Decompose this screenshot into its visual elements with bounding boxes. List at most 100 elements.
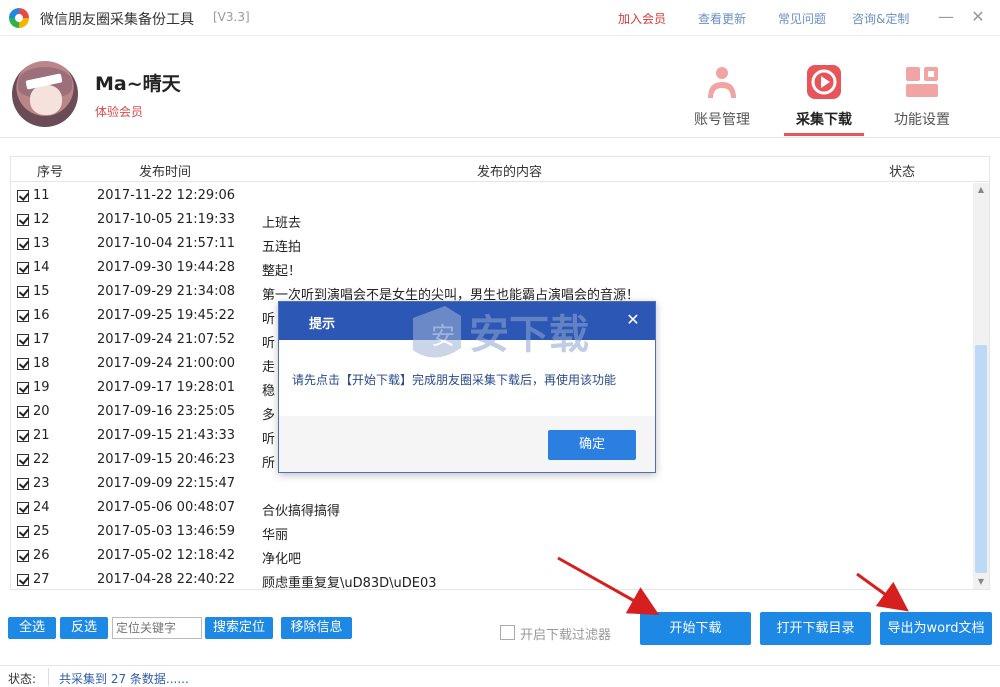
row-number: 24 xyxy=(33,500,50,515)
row-content: 合伙搞得搞得 xyxy=(262,504,341,519)
table-row[interactable]: 26 2017-05-02 12:18:42 净化吧 xyxy=(11,545,973,569)
row-date: 2017-10-05 21:19:33 xyxy=(97,212,236,227)
keyword-input[interactable] xyxy=(112,617,202,639)
col-header-date[interactable]: 发布时间 xyxy=(139,161,191,180)
scroll-up-icon[interactable]: ▲ xyxy=(973,183,989,197)
row-checkbox[interactable] xyxy=(17,190,29,202)
row-number: 25 xyxy=(33,524,50,539)
row-content: 净化吧 xyxy=(262,552,302,567)
scroll-thumb[interactable] xyxy=(975,345,987,573)
row-checkbox[interactable] xyxy=(17,334,29,346)
row-date: 2017-09-29 21:34:08 xyxy=(97,284,236,299)
row-date: 2017-09-24 21:07:52 xyxy=(97,332,236,347)
settings-icon xyxy=(906,67,938,97)
dialog-message: 请先点击【开始下载】完成朋友圈采集下载后，再使用该功能 xyxy=(292,373,617,387)
row-checkbox[interactable] xyxy=(17,454,29,466)
table-row[interactable]: 13 2017-10-04 21:57:11 五连拍 xyxy=(11,233,973,257)
row-checkbox[interactable] xyxy=(17,310,29,322)
row-date: 2017-09-15 20:46:23 xyxy=(97,452,236,467)
table-row[interactable]: 11 2017-11-22 12:29:06 xyxy=(11,185,973,209)
tab-collect-download[interactable]: 采集下载 xyxy=(784,64,864,136)
table-row[interactable]: 14 2017-09-30 19:44:28 整起！ xyxy=(11,257,973,281)
row-number: 15 xyxy=(33,284,50,299)
export-word-button[interactable]: 导出为word文档 xyxy=(880,612,992,645)
row-number: 22 xyxy=(33,452,50,467)
invert-select-button[interactable]: 反选 xyxy=(60,617,108,639)
row-date: 2017-05-03 13:46:59 xyxy=(97,524,236,539)
dialog-title-bar[interactable]: 提示 ✕ xyxy=(279,302,655,340)
col-header-content[interactable]: 发布的内容 xyxy=(477,161,542,180)
bottom-toolbar: 全选 反选 搜索定位 移除信息 开启下载过滤器 开始下载 打开下载目录 导出为w… xyxy=(0,606,1000,658)
col-header-status[interactable]: 状态 xyxy=(889,161,915,180)
row-number: 14 xyxy=(33,260,50,275)
vertical-scrollbar[interactable]: ▲ ▼ xyxy=(973,183,989,589)
status-label: 状态: xyxy=(8,672,37,686)
select-all-button[interactable]: 全选 xyxy=(8,617,56,639)
row-content: 整起！ xyxy=(262,264,302,279)
row-content: 五连拍 xyxy=(262,240,302,255)
row-date: 2017-09-24 21:00:00 xyxy=(97,356,236,371)
prompt-dialog: 提示 ✕ 请先点击【开始下载】完成朋友圈采集下载后，再使用该功能 确定 xyxy=(278,301,656,473)
remove-info-button[interactable]: 移除信息 xyxy=(281,617,352,639)
row-content: 上班去 xyxy=(262,216,302,231)
col-header-no[interactable]: 序号 xyxy=(37,161,63,180)
row-checkbox[interactable] xyxy=(17,382,29,394)
user-icon xyxy=(708,67,736,98)
row-date: 2017-09-09 22:15:47 xyxy=(97,476,236,491)
row-checkbox[interactable] xyxy=(17,262,29,274)
row-content: 顾虑重重复复\uD83D\uDE03 xyxy=(262,576,437,590)
row-checkbox[interactable] xyxy=(17,406,29,418)
filter-checkbox[interactable] xyxy=(500,625,515,640)
search-locate-button[interactable]: 搜索定位 xyxy=(205,617,273,639)
table-header: 序号 发布时间 发布的内容 状态 xyxy=(11,157,989,182)
username: Ma~晴天 xyxy=(95,73,181,95)
tab-collect-download-label: 采集下载 xyxy=(796,112,852,128)
table-row[interactable]: 27 2017-04-28 22:40:22 顾虑重重复复\uD83D\uDE03 xyxy=(11,569,973,590)
active-tab-indicator xyxy=(784,133,864,136)
table-row[interactable]: 25 2017-05-03 13:46:59 华丽 xyxy=(11,521,973,545)
tab-function-settings-label: 功能设置 xyxy=(894,112,950,128)
dialog-close-icon[interactable]: ✕ xyxy=(623,310,643,330)
app-logo-icon xyxy=(9,8,29,28)
row-checkbox[interactable] xyxy=(17,214,29,226)
row-number: 18 xyxy=(33,356,50,371)
minimize-button[interactable]: — xyxy=(934,6,958,30)
row-checkbox[interactable] xyxy=(17,430,29,442)
close-window-button[interactable]: ✕ xyxy=(966,6,990,30)
row-checkbox[interactable] xyxy=(17,358,29,370)
row-date: 2017-09-16 23:25:05 xyxy=(97,404,236,419)
row-number: 21 xyxy=(33,428,50,443)
start-download-button[interactable]: 开始下载 xyxy=(640,612,751,645)
status-bar: 状态: 共采集到 27 条数据...... xyxy=(0,665,1000,687)
row-checkbox[interactable] xyxy=(17,550,29,562)
tab-account-manage[interactable]: 账号管理 xyxy=(682,64,762,136)
row-date: 2017-05-02 12:18:42 xyxy=(97,548,236,563)
row-checkbox[interactable] xyxy=(17,286,29,298)
row-number: 16 xyxy=(33,308,50,323)
tab-function-settings[interactable]: 功能设置 xyxy=(882,64,962,136)
filter-label: 开启下载过滤器 xyxy=(520,628,612,643)
tab-account-manage-label: 账号管理 xyxy=(694,112,750,128)
join-member-link[interactable]: 加入会员 xyxy=(618,10,666,27)
table-row[interactable]: 12 2017-10-05 21:19:33 上班去 xyxy=(11,209,973,233)
avatar-face xyxy=(30,85,62,115)
row-number: 20 xyxy=(33,404,50,419)
row-checkbox[interactable] xyxy=(17,526,29,538)
row-checkbox[interactable] xyxy=(17,238,29,250)
table-row[interactable]: 23 2017-09-09 22:15:47 xyxy=(11,473,973,497)
row-date: 2017-09-15 21:43:33 xyxy=(97,428,236,443)
row-number: 11 xyxy=(33,188,50,203)
row-date: 2017-04-28 22:40:22 xyxy=(97,572,236,587)
dialog-ok-button[interactable]: 确定 xyxy=(548,430,636,460)
open-download-dir-button[interactable]: 打开下载目录 xyxy=(760,612,871,645)
row-checkbox[interactable] xyxy=(17,502,29,514)
row-checkbox[interactable] xyxy=(17,574,29,586)
table-row[interactable]: 24 2017-05-06 00:48:07 合伙搞得搞得 xyxy=(11,497,973,521)
row-checkbox[interactable] xyxy=(17,478,29,490)
app-title: 微信朋友圈采集备份工具 xyxy=(40,12,194,28)
dialog-title: 提示 xyxy=(309,317,336,332)
scroll-down-icon[interactable]: ▼ xyxy=(973,575,989,589)
faq-link[interactable]: 常见问题 xyxy=(778,10,826,27)
consult-link[interactable]: 咨询&定制 xyxy=(852,10,909,27)
check-update-link[interactable]: 查看更新 xyxy=(698,10,746,27)
